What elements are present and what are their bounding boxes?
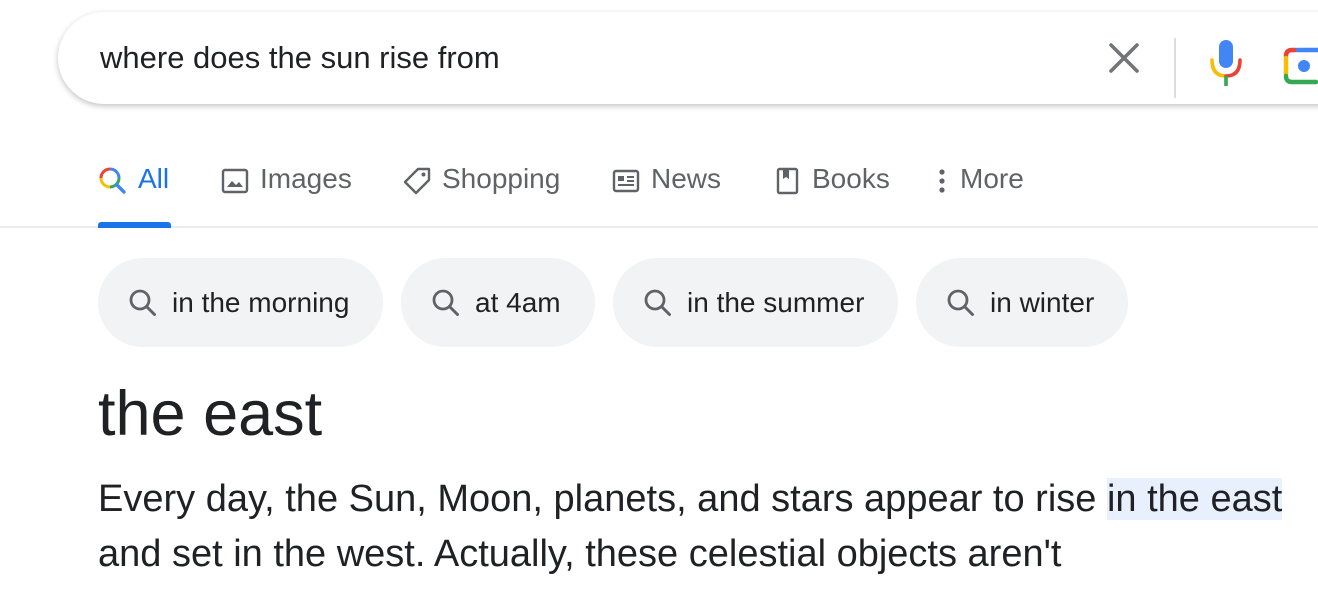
active-tab-indicator (98, 222, 171, 228)
tab-more[interactable]: More (932, 150, 1024, 226)
tab-all[interactable]: All (98, 150, 171, 228)
featured-answer-title: the east (98, 379, 323, 449)
tab-label: News (651, 163, 722, 194)
chip-label: at 4am (475, 286, 561, 318)
tab-label: Shopping (442, 163, 561, 194)
tab-shopping[interactable]: Shopping (402, 150, 560, 226)
search-results-page: All Images Shopping (0, 0, 1318, 592)
search-icon (431, 288, 461, 318)
tab-label: All (138, 163, 170, 194)
tab-books[interactable]: Books (772, 150, 890, 226)
microphone-icon (1210, 40, 1242, 86)
close-icon (1109, 43, 1139, 73)
tab-images[interactable]: Images (220, 150, 352, 226)
camera-icon (1283, 47, 1318, 85)
tab-news[interactable]: News (611, 150, 721, 226)
chip-in-winter[interactable]: in winter (916, 258, 1128, 347)
search-input[interactable] (100, 40, 1080, 76)
search-icon (643, 288, 673, 318)
snippet-text-after: and set in the west. Actually, these cel… (98, 533, 1062, 575)
book-icon (772, 166, 802, 203)
search-icon (98, 166, 128, 203)
voice-search-button[interactable] (1206, 36, 1246, 92)
snippet-text-before: Every day, the Sun, Moon, planets, and s… (98, 478, 1107, 520)
chip-at-4am[interactable]: at 4am (401, 258, 595, 347)
image-icon (220, 166, 250, 203)
lens-search-button[interactable] (1282, 40, 1318, 90)
chip-in-the-summer[interactable]: in the summer (613, 258, 898, 347)
search-box-divider (1174, 38, 1176, 98)
chip-label: in the morning (172, 286, 350, 318)
tab-label: Books (812, 163, 890, 194)
search-icon (946, 288, 976, 318)
search-box (58, 12, 1318, 104)
chip-label: in the summer (687, 286, 865, 318)
tag-icon (402, 166, 432, 203)
search-icon (128, 288, 158, 318)
news-icon (611, 166, 641, 203)
tab-label: Images (260, 163, 352, 194)
tab-label: More (960, 163, 1024, 194)
chip-label: in winter (990, 286, 1095, 318)
chip-in-the-morning[interactable]: in the morning (98, 258, 383, 347)
more-vertical-icon (932, 166, 952, 203)
clear-search-button[interactable] (1104, 38, 1144, 78)
snippet-highlight: in the east (1106, 478, 1283, 520)
featured-snippet-text: Every day, the Sun, Moon, planets, and s… (98, 472, 1308, 582)
search-tabs: All Images Shopping News Books More (0, 150, 1318, 228)
